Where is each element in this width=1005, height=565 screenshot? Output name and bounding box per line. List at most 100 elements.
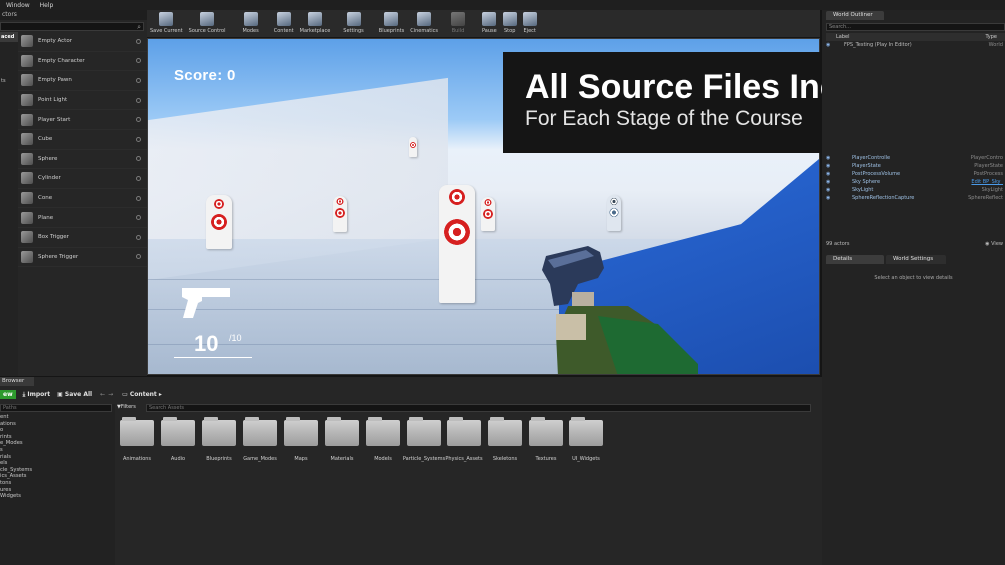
visibility-icon[interactable]: ◉ (826, 155, 834, 163)
folder-blueprints[interactable]: Blueprints (202, 417, 236, 462)
actor-row-cube[interactable]: Cube (18, 130, 147, 150)
category-blank[interactable] (0, 42, 18, 46)
view-options-button[interactable]: ◉ View (985, 240, 1005, 248)
tree-item[interactable]: ics_Assets (0, 473, 115, 480)
tree-item[interactable]: rials (0, 454, 115, 461)
outliner-row[interactable]: ◉ SphereReflectionCapture SphereReflect (826, 195, 1005, 203)
folder-textures[interactable]: Textures (529, 417, 563, 462)
actor-row-sphere-trigger[interactable]: Sphere Trigger (18, 248, 147, 268)
modes-button[interactable]: Modes (243, 12, 259, 34)
source-control-button[interactable]: Source Control (189, 12, 226, 34)
tool-label: Source Control (188, 28, 226, 34)
settings-button[interactable]: Settings (343, 12, 364, 34)
folder-icon (243, 417, 277, 446)
tree-item[interactable]: ures (0, 487, 115, 494)
actor-search-input[interactable]: ⌕ (0, 22, 144, 31)
actor-row-box-trigger[interactable]: Box Trigger (18, 228, 147, 248)
folder-audio[interactable]: Audio (161, 417, 195, 462)
menu-help[interactable]: Help (40, 2, 54, 9)
folder-game-modes[interactable]: Game_Modes (243, 417, 277, 462)
outliner-row[interactable]: ◉ Sky Sphere Edit BP_Sky_ (826, 179, 1005, 187)
stop-button[interactable]: Stop (502, 12, 517, 34)
save-all-button[interactable]: ▣ Save All (57, 391, 92, 398)
folder-icon: ▭ (122, 391, 130, 398)
tree-item[interactable]: Widgets (0, 493, 115, 500)
visibility-icon[interactable]: ◉ (826, 187, 834, 195)
outliner-search-input[interactable]: Search... (826, 23, 1005, 31)
tree-item[interactable]: ent (0, 414, 115, 421)
outliner-row[interactable]: ◉ PlayerState PlayerState (826, 163, 1005, 171)
folder-icon (447, 417, 481, 446)
folder-skeletons[interactable]: Skeletons (488, 417, 522, 462)
import-button[interactable]: ⤓ Import (23, 391, 50, 399)
actor-row-sphere[interactable]: Sphere (18, 150, 147, 170)
content-browser-tab[interactable]: Browser (0, 377, 34, 386)
actor-row-empty-pawn[interactable]: Empty Pawn (18, 71, 147, 91)
content-button[interactable]: Content (274, 12, 294, 34)
outliner-row[interactable]: ◉ SkyLight SkyLight (826, 187, 1005, 195)
visibility-icon[interactable]: ◉ (826, 163, 834, 171)
folder-search-input[interactable]: Paths (0, 404, 112, 412)
category-placed[interactable]: aced (0, 32, 18, 42)
visibility-icon[interactable]: ◉ (826, 179, 834, 187)
outliner-row[interactable]: ◉ PostProcessVolume PostProcess (826, 171, 1005, 179)
col-type[interactable]: Type (986, 33, 1005, 41)
category-lights[interactable]: ts (0, 76, 18, 86)
actor-row-cone[interactable]: Cone (18, 189, 147, 209)
actor-row-point-light[interactable]: Point Light (18, 91, 147, 111)
modes-tab[interactable]: ctors (0, 10, 147, 20)
details-tab[interactable]: Details (826, 255, 884, 264)
tree-item[interactable]: ations (0, 421, 115, 428)
pause-button[interactable]: Pause (482, 12, 497, 34)
path-label: Content (129, 391, 157, 398)
folder-materials[interactable]: Materials (325, 417, 359, 462)
world-outliner-tab[interactable]: World Outliner (826, 11, 884, 20)
tool-label: Marketplace (299, 28, 331, 34)
actor-row-plane[interactable]: Plane (18, 208, 147, 228)
build-button[interactable]: Build (450, 12, 465, 34)
actor-list: Empty Actor Empty Character Empty Pawn P… (18, 32, 147, 268)
save-current-button[interactable]: Save Current (150, 12, 183, 34)
path-content-button[interactable]: ▭ Content ▸ (122, 391, 162, 398)
col-label[interactable]: Label (826, 33, 850, 41)
filters-button[interactable]: ▼ Filters (117, 404, 136, 410)
actor-row-player-start[interactable]: Player Start (18, 110, 147, 130)
tree-item[interactable]: tons (0, 480, 115, 487)
forward-arrow-icon[interactable]: → (108, 391, 113, 398)
eject-button[interactable]: Eject (522, 12, 537, 34)
folder-models[interactable]: Models (366, 417, 400, 462)
folder-physics-assets[interactable]: Physics_Assets (445, 417, 483, 462)
cinematics-button[interactable]: Cinematics (410, 12, 438, 34)
outliner-row-world[interactable]: ◉ FPS_Testing (Play In Editor) World (826, 42, 1005, 50)
outliner-footer: 99 actors ◉ View (826, 240, 1005, 248)
tree-item[interactable]: o (0, 427, 115, 434)
add-new-button[interactable]: ew (0, 390, 16, 399)
folder-icon (569, 417, 603, 446)
tree-item[interactable]: s (0, 447, 115, 454)
back-arrow-icon[interactable]: ← (100, 391, 105, 398)
actor-label: Sphere (38, 155, 58, 162)
visibility-icon[interactable]: ◉ (826, 42, 834, 50)
folder-animations[interactable]: Animations (120, 417, 154, 462)
visibility-icon[interactable]: ◉ (826, 195, 834, 203)
marketplace-button[interactable]: Marketplace (299, 12, 331, 34)
target-ring (484, 199, 492, 206)
target-dummy (206, 195, 232, 249)
tool-label: Stop (504, 28, 516, 34)
outliner-row[interactable]: ◉ PlayerControlle PlayerContro (826, 155, 1005, 163)
folder-particle-systems[interactable]: Particle_Systems (403, 417, 445, 462)
tree-item[interactable]: rints (0, 434, 115, 441)
folder-ui-widgets[interactable]: UI_Widgets (569, 417, 603, 462)
blueprints-button[interactable]: Blueprints (379, 12, 404, 34)
actor-row-cylinder[interactable]: Cylinder (18, 169, 147, 189)
tree-item[interactable]: els (0, 460, 115, 467)
visibility-icon[interactable]: ◉ (826, 171, 834, 179)
asset-search-input[interactable]: Search Assets (146, 404, 811, 412)
tree-item[interactable]: e_Modes (0, 440, 115, 447)
menu-window[interactable]: Window (6, 2, 30, 9)
tree-item[interactable]: cle_Systems (0, 467, 115, 474)
world-settings-tab[interactable]: World Settings (886, 255, 946, 264)
actor-row-empty-actor[interactable]: Empty Actor (18, 32, 147, 52)
actor-row-empty-character[interactable]: Empty Character (18, 52, 147, 72)
folder-maps[interactable]: Maps (284, 417, 318, 462)
